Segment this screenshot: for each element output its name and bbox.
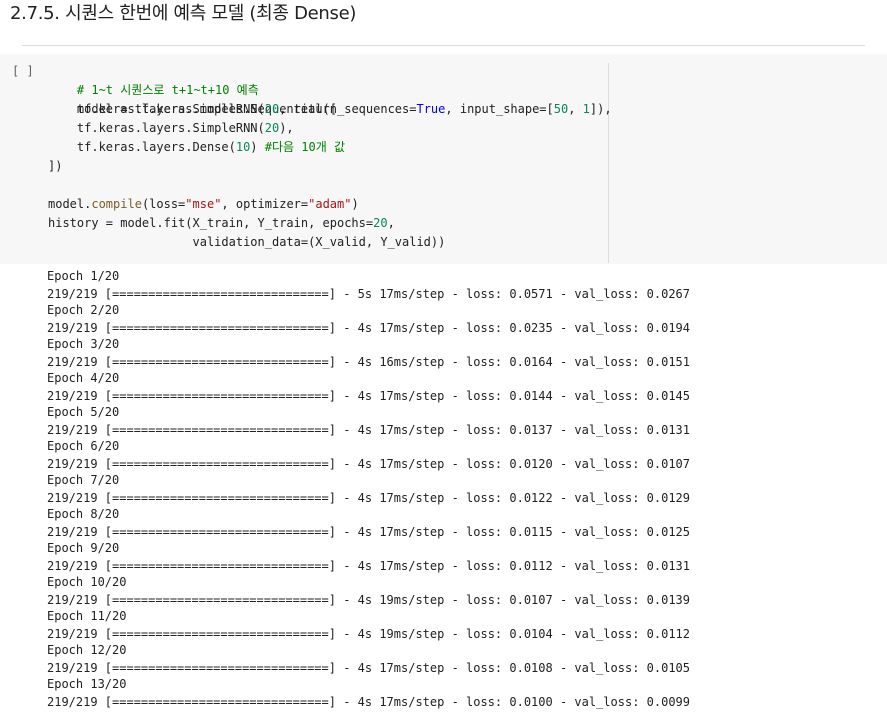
code-function: compile: [91, 197, 142, 211]
epoch-header: Epoch 10/20: [47, 575, 127, 589]
epoch-progress: 219/219 [==============================]…: [47, 355, 690, 369]
code-text: , input_shape=[: [445, 102, 554, 116]
code-text: history = model.fit(X_train, Y_train, ep…: [48, 216, 374, 230]
code-text: tf.keras.layers.SimpleRNN(: [48, 102, 265, 116]
epoch-header: Epoch 2/20: [47, 303, 120, 317]
code-text: ): [250, 140, 265, 154]
section-title: 2.7.5. 시퀀스 한번에 예측 모델 (최종 Dense): [10, 3, 357, 24]
code-text: tf.keras.layers.SimpleRNN(: [48, 121, 265, 135]
code-text: ]),: [589, 102, 612, 116]
code-comment: #다음 10개 값: [264, 140, 346, 154]
cell-output: Epoch 1/20 219/219 [====================…: [0, 264, 887, 716]
epoch-header: Epoch 9/20: [47, 541, 120, 555]
epoch-progress: 219/219 [==============================]…: [47, 287, 690, 301]
code-text: ,: [568, 102, 583, 116]
epoch-header: Epoch 7/20: [47, 473, 120, 487]
code-text: , optimizer=: [221, 197, 309, 211]
epoch-header: Epoch 6/20: [47, 439, 120, 453]
code-line[interactable]: ]): [48, 157, 62, 176]
epoch-progress: 219/219 [==============================]…: [47, 593, 690, 607]
code-text: (loss=: [141, 197, 186, 211]
code-string: "adam": [308, 197, 352, 211]
epoch-header: Epoch 3/20: [47, 337, 120, 351]
code-number: 20: [373, 216, 388, 230]
code-line[interactable]: model.compile(loss="mse", optimizer="ada…: [48, 195, 359, 214]
code-string: "mse": [185, 197, 222, 211]
code-keyword: True: [416, 102, 446, 116]
epoch-progress: 219/219 [==============================]…: [47, 389, 690, 403]
run-cell-button[interactable]: [ ]: [12, 64, 34, 78]
code-number: 10: [235, 140, 251, 154]
code-number: 50: [553, 102, 569, 116]
epoch-progress: 219/219 [==============================]…: [47, 695, 690, 709]
code-number: 20: [264, 102, 280, 116]
epoch-progress: 219/219 [==============================]…: [47, 423, 690, 437]
code-text: ): [351, 197, 359, 211]
code-line[interactable]: tf.keras.layers.SimpleRNN(20),: [48, 119, 294, 138]
notebook-page: 2.7.5. 시퀀스 한번에 예측 모델 (최종 Dense) [ ] # 1~…: [0, 0, 887, 716]
code-line[interactable]: validation_data=(X_valid, Y_valid)): [48, 233, 445, 252]
code-line[interactable]: tf.keras.layers.SimpleRNN(20, return_seq…: [48, 100, 612, 119]
code-number: 1: [582, 102, 590, 116]
epoch-progress: 219/219 [==============================]…: [47, 627, 690, 641]
epoch-header: Epoch 13/20: [47, 677, 127, 691]
epoch-progress: 219/219 [==============================]…: [47, 525, 690, 539]
code-line[interactable]: history = model.fit(X_train, Y_train, ep…: [48, 214, 395, 233]
epoch-header: Epoch 4/20: [47, 371, 120, 385]
epoch-progress: 219/219 [==============================]…: [47, 321, 690, 335]
section-divider: [22, 45, 865, 46]
code-text: tf.keras.layers.Dense(: [48, 140, 236, 154]
code-text: validation_data=(X_valid, Y_valid)): [48, 235, 446, 249]
code-line[interactable]: tf.keras.layers.Dense(10) #다음 10개 값: [48, 138, 345, 157]
code-text: model.: [48, 197, 92, 211]
epoch-header: Epoch 12/20: [47, 643, 127, 657]
code-text: ),: [279, 121, 294, 135]
epoch-header: Epoch 11/20: [47, 609, 127, 623]
code-text: ]): [48, 159, 63, 173]
code-text: ,: [387, 216, 395, 230]
epoch-progress: 219/219 [==============================]…: [47, 491, 690, 505]
code-number: 20: [264, 121, 280, 135]
epoch-progress: 219/219 [==============================]…: [47, 661, 690, 675]
epoch-header: Epoch 1/20: [47, 269, 120, 283]
code-text: , return_sequences=: [279, 102, 417, 116]
epoch-header: Epoch 5/20: [47, 405, 120, 419]
epoch-header: Epoch 8/20: [47, 507, 120, 521]
epoch-progress: 219/219 [==============================]…: [47, 559, 690, 573]
cell-divider: [608, 63, 609, 263]
epoch-progress: 219/219 [==============================]…: [47, 457, 690, 471]
